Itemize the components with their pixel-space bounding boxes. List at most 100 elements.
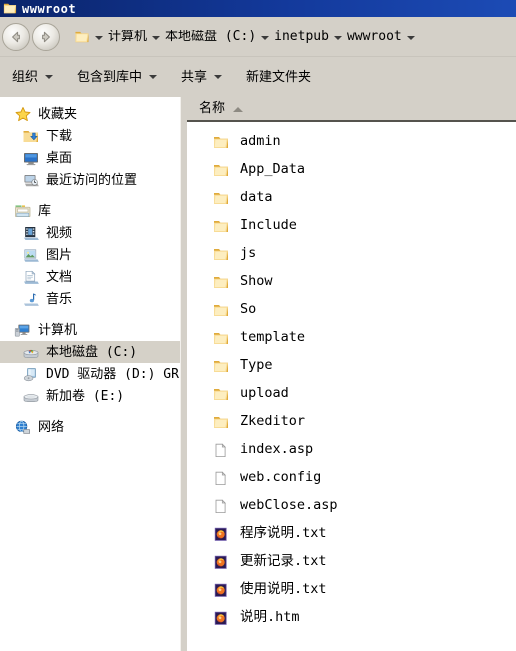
list-item[interactable]: Zkeditor — [187, 408, 516, 436]
sidebar-item-dvd-drive-d[interactable]: DVD 驱动器 (D:) GR — [0, 363, 180, 385]
list-item[interactable]: 程序说明.txt — [187, 520, 516, 548]
folder-icon — [212, 330, 230, 347]
breadcrumb-item-0[interactable]: 计算机 — [106, 30, 149, 43]
sidebar-label-new-volume-e: 新加卷 (E:) — [46, 388, 125, 404]
chevron-down-icon — [149, 75, 158, 79]
list-item[interactable]: template — [187, 324, 516, 352]
sidebar-item-computer[interactable]: 计算机 — [0, 319, 180, 341]
list-item[interactable]: js — [187, 240, 516, 268]
sidebar-label-videos: 视频 — [46, 225, 73, 241]
file-name: Show — [240, 273, 273, 290]
list-item[interactable]: 使用说明.txt — [187, 576, 516, 604]
sidebar-item-recent-places[interactable]: 最近访问的位置 — [0, 169, 180, 191]
breadcrumb-caret-1[interactable] — [258, 34, 272, 42]
share-with-button[interactable]: 共享 — [179, 68, 230, 87]
file-name: So — [240, 301, 257, 318]
list-item[interactable]: webClose.asp — [187, 492, 516, 520]
list-item[interactable]: 说明.htm — [187, 604, 516, 632]
include-in-library-button[interactable]: 包含到库中 — [75, 68, 165, 87]
folder-icon — [212, 134, 230, 151]
chevron-down-icon — [45, 75, 54, 79]
sidebar-label-desktop: 桌面 — [46, 150, 73, 166]
list-item[interactable]: web.config — [187, 464, 516, 492]
list-item[interactable]: 更新记录.txt — [187, 548, 516, 576]
sidebar-item-downloads[interactable]: 下载 — [0, 125, 180, 147]
sidebar-label-music: 音乐 — [46, 291, 73, 307]
chevron-down-icon — [214, 75, 223, 79]
breadcrumb-caret-2[interactable] — [331, 34, 345, 42]
file-name: 说明.htm — [240, 609, 300, 626]
breadcrumb: 计算机 本地磁盘 (C:) inetpub wwwroot — [92, 30, 418, 43]
breadcrumb-item-3[interactable]: wwwroot — [345, 30, 404, 43]
include-in-library-label: 包含到库中 — [77, 69, 143, 85]
recent-places-icon — [22, 172, 40, 189]
list-item[interactable]: admin — [187, 128, 516, 156]
folder-icon — [212, 358, 230, 375]
forward-arrow-icon — [38, 29, 54, 45]
sidebar-item-libraries[interactable]: 库 — [0, 200, 180, 222]
list-item[interactable]: Include — [187, 212, 516, 240]
sidebar-label-computer: 计算机 — [38, 322, 78, 338]
libraries-icon — [14, 203, 32, 220]
file-name: App_Data — [240, 161, 306, 178]
window-title: wwwroot — [22, 1, 77, 16]
sidebar-item-pictures[interactable]: 图片 — [0, 244, 180, 266]
organize-button[interactable]: 组织 — [10, 68, 61, 87]
sidebar-label-favorites: 收藏夹 — [38, 106, 78, 122]
new-folder-button[interactable]: 新建文件夹 — [244, 68, 319, 87]
file-name: Zkeditor — [240, 413, 306, 430]
navigation-pane[interactable]: 收藏夹 下载 桌面 最近访问的位置 库 视频 图片 文档 音乐 计算机 本地磁盘… — [0, 97, 180, 651]
sidebar-item-documents[interactable]: 文档 — [0, 266, 180, 288]
breadcrumb-item-2[interactable]: inetpub — [272, 30, 331, 43]
forward-button[interactable] — [32, 22, 60, 51]
breadcrumb-caret-3[interactable] — [404, 34, 418, 42]
sidebar-item-local-disk-c[interactable]: 本地磁盘 (C:) — [0, 341, 180, 363]
explorer-window: wwwroot 计算机 本地磁盘 (C:) inetpub wwwroot 组织… — [0, 0, 516, 651]
folder-icon — [212, 190, 230, 207]
sidebar-item-new-volume-e[interactable]: 新加卷 (E:) — [0, 385, 180, 407]
pane-divider[interactable] — [180, 97, 187, 651]
sidebar-label-local-disk-c: 本地磁盘 (C:) — [46, 344, 138, 360]
file-name: 程序说明.txt — [240, 525, 327, 542]
list-item[interactable]: data — [187, 184, 516, 212]
firefox-icon — [212, 526, 230, 543]
folder-icon — [3, 2, 17, 15]
sidebar-label-dvd-drive-d: DVD 驱动器 (D:) GR — [46, 366, 179, 382]
column-header-name[interactable]: 名称 — [199, 102, 225, 115]
file-name: data — [240, 189, 273, 206]
toolbar: 组织 包含到库中 共享 新建文件夹 — [0, 57, 516, 97]
sidebar-item-favorites[interactable]: 收藏夹 — [0, 103, 180, 125]
downloads-folder-icon — [22, 128, 40, 145]
file-list-pane: 名称 admin App_Data data Include js Show S… — [187, 97, 516, 651]
sidebar-item-videos[interactable]: 视频 — [0, 222, 180, 244]
breadcrumb-item-1[interactable]: 本地磁盘 (C:) — [163, 30, 258, 43]
file-list[interactable]: admin App_Data data Include js Show So t… — [187, 122, 516, 651]
documents-icon — [22, 269, 40, 286]
breadcrumb-caret-0[interactable] — [149, 34, 163, 42]
document-icon — [212, 498, 230, 515]
file-name: 更新记录.txt — [240, 553, 327, 570]
folder-icon — [212, 218, 230, 235]
share-with-label: 共享 — [181, 69, 208, 85]
sidebar-item-desktop[interactable]: 桌面 — [0, 147, 180, 169]
videos-icon — [22, 225, 40, 242]
dvd-drive-icon — [22, 366, 40, 383]
back-button[interactable] — [2, 22, 30, 51]
document-icon — [212, 470, 230, 487]
list-item[interactable]: index.asp — [187, 436, 516, 464]
sidebar-label-libraries: 库 — [38, 203, 52, 219]
list-item[interactable]: App_Data — [187, 156, 516, 184]
sidebar-item-network[interactable]: 网络 — [0, 416, 180, 438]
list-item[interactable]: Show — [187, 268, 516, 296]
back-arrow-icon — [8, 29, 24, 45]
list-item[interactable]: upload — [187, 380, 516, 408]
list-item[interactable]: Type — [187, 352, 516, 380]
list-item[interactable]: So — [187, 296, 516, 324]
local-disk-icon — [22, 344, 40, 361]
sidebar-item-music[interactable]: 音乐 — [0, 288, 180, 310]
nav-group-computer: 计算机 本地磁盘 (C:) DVD 驱动器 (D:) GR 新加卷 (E:) — [0, 319, 180, 407]
desktop-icon — [22, 150, 40, 167]
file-name: 使用说明.txt — [240, 581, 327, 598]
breadcrumb-caret-root[interactable] — [92, 34, 106, 42]
nav-group-network: 网络 — [0, 416, 180, 438]
